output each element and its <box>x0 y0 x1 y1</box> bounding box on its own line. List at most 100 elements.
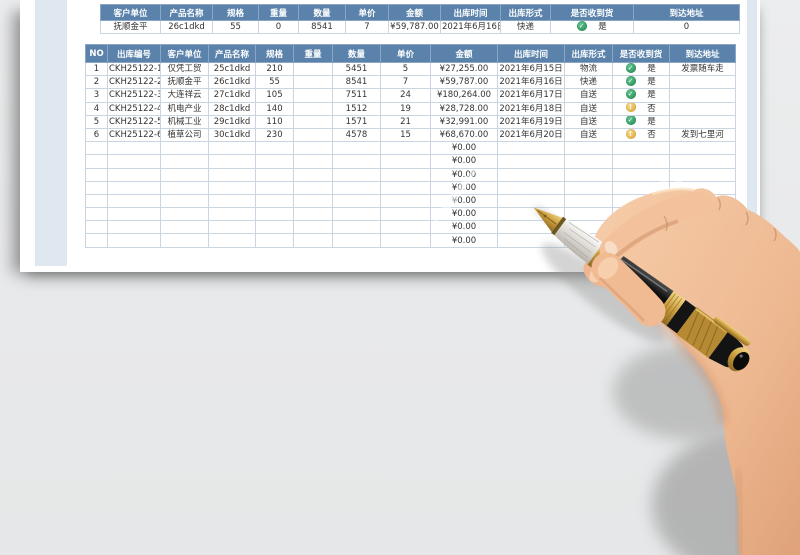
cell[interactable] <box>208 154 256 169</box>
cell[interactable] <box>380 193 431 209</box>
cell[interactable] <box>255 180 294 195</box>
cell[interactable] <box>380 233 431 248</box>
cell[interactable]: 自送 <box>564 127 613 143</box>
cell[interactable]: 28c1dkd <box>208 101 256 116</box>
cell[interactable] <box>293 167 333 182</box>
cell[interactable] <box>332 220 381 235</box>
cell[interactable]: 机电产业 <box>160 101 209 116</box>
cell[interactable]: 30c1dkd <box>208 127 256 143</box>
cell[interactable] <box>255 154 294 169</box>
cell[interactable] <box>612 220 670 235</box>
cell[interactable] <box>669 180 736 195</box>
cell[interactable]: ✓ 是 <box>612 114 670 129</box>
cell[interactable]: 19 <box>380 101 431 116</box>
cell[interactable]: ¥0.00 <box>430 207 498 222</box>
cell[interactable]: 4578 <box>332 127 381 143</box>
cell[interactable]: 抚顺金平 <box>160 75 209 90</box>
cell[interactable]: ¥180,264.00 <box>430 88 498 103</box>
cell[interactable]: 发到七里河 <box>669 127 736 143</box>
cell[interactable] <box>332 207 381 222</box>
cell[interactable] <box>669 141 736 156</box>
cell[interactable]: 105 <box>255 88 294 103</box>
cell[interactable] <box>669 167 736 182</box>
cell[interactable]: ✓ 是 <box>550 20 634 34</box>
cell[interactable]: 物流 <box>564 61 613 77</box>
cell[interactable] <box>612 207 670 222</box>
cell[interactable]: ✓ 是 <box>612 61 670 77</box>
cell[interactable]: 2021年6月18日 <box>497 101 565 116</box>
cell[interactable]: 仅凭工贸 <box>160 61 209 77</box>
cell[interactable] <box>293 207 333 222</box>
cell[interactable] <box>107 220 161 235</box>
cell[interactable]: 110 <box>255 114 294 129</box>
cell[interactable] <box>332 167 381 182</box>
cell[interactable] <box>255 193 294 209</box>
cell[interactable]: 29c1dkd <box>208 114 256 129</box>
cell[interactable]: 1 <box>85 61 108 77</box>
cell[interactable]: 7511 <box>332 88 381 103</box>
cell[interactable] <box>208 180 256 195</box>
cell[interactable]: 24 <box>380 88 431 103</box>
cell[interactable] <box>497 167 565 182</box>
cell[interactable]: ¥68,670.00 <box>430 127 498 143</box>
cell[interactable] <box>85 207 108 222</box>
cell[interactable]: 2021年6月20日 <box>497 127 565 143</box>
cell[interactable] <box>564 233 613 248</box>
cell[interactable] <box>255 141 294 156</box>
cell[interactable] <box>612 167 670 182</box>
cell[interactable] <box>669 75 736 90</box>
cell[interactable] <box>85 154 108 169</box>
cell[interactable]: CKH25122-4 <box>107 101 161 116</box>
cell[interactable]: ¥32,991.00 <box>430 114 498 129</box>
cell[interactable]: 26c1dkd <box>208 75 256 90</box>
cell[interactable]: ¥0.00 <box>430 193 498 209</box>
cell[interactable] <box>380 167 431 182</box>
cell[interactable]: 1512 <box>332 101 381 116</box>
cell[interactable] <box>208 233 256 248</box>
cell[interactable]: CKH25122-6 <box>107 127 161 143</box>
cell[interactable] <box>255 207 294 222</box>
cell[interactable] <box>612 154 670 169</box>
cell[interactable]: 1571 <box>332 114 381 129</box>
cell[interactable] <box>160 167 209 182</box>
cell[interactable]: ! 否 <box>612 101 670 116</box>
cell[interactable]: 2021年6月19日 <box>497 114 565 129</box>
cell[interactable] <box>293 88 333 103</box>
cell[interactable]: 2021年6月17日 <box>497 88 565 103</box>
cell[interactable] <box>497 193 565 209</box>
cell[interactable]: CKH25122-1 <box>107 61 161 77</box>
cell[interactable] <box>669 88 736 103</box>
cell[interactable]: 自送 <box>564 88 613 103</box>
cell[interactable] <box>208 167 256 182</box>
cell[interactable] <box>293 127 333 143</box>
cell[interactable]: 2021年6月16日 <box>497 75 565 90</box>
cell[interactable] <box>332 180 381 195</box>
cell[interactable]: 5 <box>85 114 108 129</box>
cell[interactable]: ¥0.00 <box>430 141 498 156</box>
cell[interactable] <box>612 233 670 248</box>
cell[interactable] <box>669 220 736 235</box>
cell[interactable]: ¥0.00 <box>430 233 498 248</box>
cell[interactable] <box>293 220 333 235</box>
cell[interactable] <box>160 141 209 156</box>
cell[interactable] <box>669 101 736 116</box>
cell[interactable] <box>564 220 613 235</box>
cell[interactable] <box>380 154 431 169</box>
cell[interactable] <box>564 154 613 169</box>
cell[interactable] <box>160 233 209 248</box>
cell[interactable]: 21 <box>380 114 431 129</box>
cell[interactable]: 5451 <box>332 61 381 77</box>
cell[interactable]: 大连祥云 <box>160 88 209 103</box>
cell[interactable] <box>293 180 333 195</box>
cell[interactable] <box>293 61 333 77</box>
cell[interactable] <box>293 114 333 129</box>
cell[interactable] <box>669 193 736 209</box>
cell[interactable] <box>497 220 565 235</box>
cell[interactable] <box>107 141 161 156</box>
cell[interactable] <box>208 207 256 222</box>
cell[interactable]: ✓ 是 <box>612 75 670 90</box>
cell[interactable]: 140 <box>255 101 294 116</box>
cell[interactable]: 快递 <box>564 75 613 90</box>
cell[interactable] <box>293 193 333 209</box>
cell[interactable] <box>160 207 209 222</box>
